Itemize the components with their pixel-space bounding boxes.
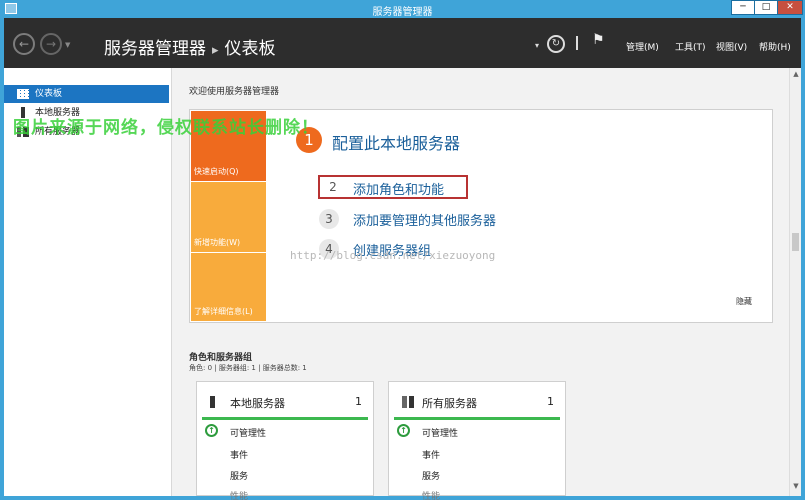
menu-help[interactable]: 帮助(H) [759,40,791,53]
card-row-manageability[interactable]: 可管理性 [422,426,458,439]
status-bar [394,417,560,420]
hide-welcome-link[interactable]: 隐藏 [736,296,752,307]
refresh-dropdown-icon[interactable]: ▾ [535,41,539,50]
minimize-button[interactable]: ─ [731,0,755,15]
server-icon [210,396,215,408]
welcome-heading: 欢迎使用服务器管理器 [189,87,280,97]
dashboard-icon [17,89,29,99]
sidebar-item-label: 仪表板 [35,89,63,99]
up-arrow-status-icon: ↑ [205,424,218,437]
card-title: 所有服务器 [422,397,477,410]
step-label: 添加角色和功能 [353,183,445,198]
tile-label: 了解详细信息(L) [194,307,253,316]
window-title: 服务器管理器 [372,7,433,18]
menu-view[interactable]: 视图(V) [716,40,747,53]
menu-tools[interactable]: 工具(T) [675,40,706,53]
url-watermark: http://blog.csdn.net/xiezuoyong [290,249,496,262]
card-count: 1 [355,395,362,408]
welcome-panel: 快速启动(Q) 新增功能(W) 了解详细信息(L) 1 配置此本地服务器 2 添… [189,109,773,323]
server-group-card-local[interactable]: 本地服务器 1 ↑ 可管理性 事件 服务 性能 [196,381,374,500]
step-number-badge: 2 [329,180,337,194]
card-title: 本地服务器 [230,397,285,410]
step-label: 添加要管理的其他服务器 [353,214,497,229]
app-header: ← → ▼ 服务器管理器 ▸ 仪表板 ▾ ↻ ⚑ 管理(M) 工具(T) 视图(V)… [4,18,801,68]
menu-manage[interactable]: 管理(M) [626,40,659,53]
add-other-servers-link[interactable]: 3 添加要管理的其他服务器 [319,207,496,231]
tile-whats-new[interactable]: 新增功能(W) [191,182,266,252]
card-row-services[interactable]: 服务 [230,469,248,482]
maximize-button[interactable]: □ [754,0,778,15]
status-bar [202,417,368,420]
card-row-performance[interactable]: 性能 [230,489,248,500]
servers-icon [402,396,414,408]
refresh-icon[interactable]: ↻ [547,35,565,53]
roles-groups-title: 角色和服务器组 [189,353,253,363]
configure-local-server-link[interactable]: 配置此本地服务器 [332,130,460,154]
card-row-services[interactable]: 服务 [422,469,440,482]
roles-groups-summary: 角色: 0 | 服务器组: 1 | 服务器总数: 1 [189,364,307,372]
add-roles-features-link[interactable]: 2 添加角色和功能 [318,175,468,199]
forward-arrow-icon[interactable]: → [40,33,62,55]
up-arrow-status-icon: ↑ [397,424,410,437]
tile-label: 新增功能(W) [194,238,241,247]
copyright-watermark: 图片来源于网络，侵权联系站长删除！ [13,118,319,138]
scroll-up-icon[interactable]: ▲ [791,70,801,80]
card-row-manageability[interactable]: 可管理性 [230,426,266,439]
server-group-card-all[interactable]: 所有服务器 1 ↑ 可管理性 事件 服务 性能 [388,381,566,500]
back-arrow-icon[interactable]: ← [13,33,35,55]
card-row-performance[interactable]: 性能 [422,489,440,500]
breadcrumb-root[interactable]: 服务器管理器 [104,39,206,59]
breadcrumb-separator-icon: ▸ [212,43,219,58]
notifications-flag-icon[interactable]: ⚑ [592,32,605,48]
card-count: 1 [547,395,554,408]
history-dropdown-icon[interactable]: ▼ [65,41,70,49]
card-row-events[interactable]: 事件 [422,448,440,461]
close-button[interactable]: ✕ [777,0,803,15]
window-title-bar: 服务器管理器 [0,0,805,18]
card-row-events[interactable]: 事件 [230,448,248,461]
step-number-badge: 3 [319,209,339,229]
scroll-down-icon[interactable]: ▼ [791,482,801,492]
vertical-scrollbar[interactable]: ▲ ▼ [789,68,801,496]
sidebar-item-dashboard[interactable]: 仪表板 [4,85,169,103]
breadcrumb-current: 仪表板 [224,39,276,59]
notification-divider [576,36,578,50]
scroll-thumb[interactable] [792,233,799,251]
breadcrumb: 服务器管理器 ▸ 仪表板 [104,34,276,59]
tile-label: 快速启动(Q) [194,167,239,176]
tile-learn-more[interactable]: 了解详细信息(L) [191,253,266,321]
